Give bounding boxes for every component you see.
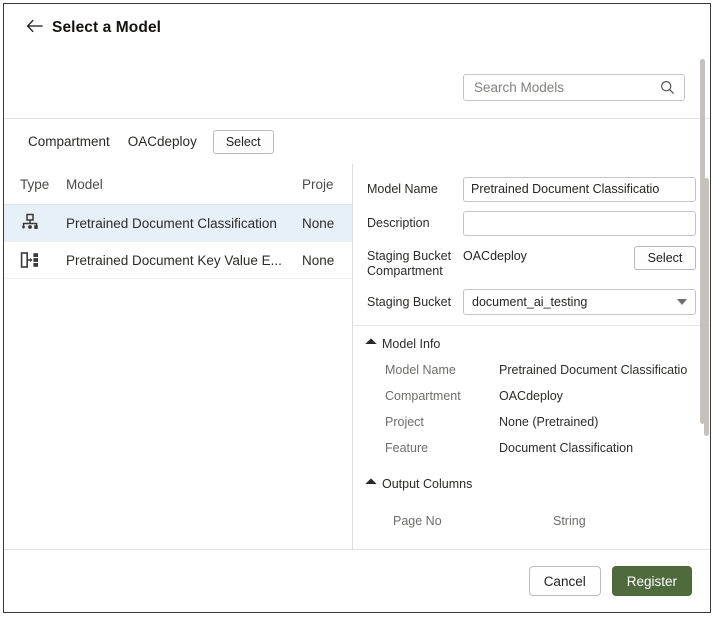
description-input[interactable] <box>463 211 696 236</box>
search-row <box>4 51 710 118</box>
chevron-down-icon <box>677 299 687 305</box>
hierarchy-glyph <box>20 213 40 233</box>
output-column-type: String <box>553 514 586 528</box>
staging-bucket-label: Staging Bucket <box>367 295 463 310</box>
hierarchy-icon <box>20 213 40 233</box>
staging-bucket-compartment-label-line1: Staging Bucket <box>367 249 463 264</box>
info-label: Feature <box>385 441 499 455</box>
model-info-section-header[interactable]: Model Info <box>353 326 711 357</box>
key-value-extraction-icon <box>20 250 40 270</box>
model-type-cell <box>20 250 66 270</box>
cancel-button[interactable]: Cancel <box>529 566 601 596</box>
model-info-row: Model Name Pretrained Document Classific… <box>353 357 711 383</box>
dialog-header: Select a Model <box>4 4 710 51</box>
model-name-cell: Pretrained Document Key Value E... <box>66 253 302 268</box>
model-info-section-title: Model Info <box>382 337 440 351</box>
staging-bucket-selected-value: document_ai_testing <box>472 295 587 309</box>
model-name-input[interactable] <box>463 177 696 202</box>
model-name-label: Model Name <box>367 182 463 197</box>
info-label: Project <box>385 415 499 429</box>
output-columns-section-header[interactable]: Output Columns <box>353 461 711 497</box>
model-project-cell: None <box>302 253 352 268</box>
model-type-cell <box>20 213 66 233</box>
model-info-row: Feature Document Classification <box>353 435 711 461</box>
search-glyph <box>660 80 675 95</box>
staging-bucket-select[interactable]: document_ai_testing <box>463 289 696 315</box>
dialog-scrollbar[interactable] <box>700 59 705 424</box>
model-project-cell: None <box>302 216 352 231</box>
staging-bucket-compartment-row: Staging Bucket Compartment OACdeploy Sel… <box>353 240 711 279</box>
info-label: Compartment <box>385 389 499 403</box>
table-row[interactable]: Pretrained Document Classification None <box>4 205 352 242</box>
search-input[interactable] <box>464 75 654 100</box>
table-row[interactable]: Pretrained Document Key Value E... None <box>4 242 352 279</box>
dialog-footer: Cancel Register <box>4 549 710 612</box>
staging-bucket-compartment-label: Staging Bucket Compartment <box>367 244 463 279</box>
triangle-expanded-icon <box>365 478 376 489</box>
staging-bucket-compartment-select-button[interactable]: Select <box>634 246 696 270</box>
select-model-dialog: Select a Model Compartment OACdeploy Sel… <box>3 3 711 613</box>
arrow-left-glyph <box>26 19 44 33</box>
output-column-row: Page No String <box>353 509 711 533</box>
staging-bucket-compartment-label-line2: Compartment <box>367 264 463 279</box>
info-value: Pretrained Document Classificatio <box>499 363 687 377</box>
output-columns-section-title: Output Columns <box>382 477 472 491</box>
table-header-row: Type Model Proje <box>4 164 352 205</box>
info-label: Model Name <box>385 363 499 377</box>
model-table: Type Model Proje Pretrained Document Cla… <box>4 164 352 549</box>
compartment-bar: Compartment OACdeploy Select <box>4 119 349 164</box>
column-header-type: Type <box>20 177 66 192</box>
staging-bucket-row: Staging Bucket document_ai_testing <box>353 285 711 319</box>
compartment-label: Compartment <box>28 134 110 149</box>
model-info-row: Project None (Pretrained) <box>353 409 711 435</box>
search-box[interactable] <box>463 74 685 101</box>
arrow-left-icon[interactable] <box>18 19 52 36</box>
page-title: Select a Model <box>52 19 161 37</box>
info-value: Document Classification <box>499 441 633 455</box>
model-name-cell: Pretrained Document Classification <box>66 216 302 231</box>
compartment-value: OACdeploy <box>128 134 197 149</box>
staging-bucket-compartment-value: OACdeploy <box>463 244 618 263</box>
model-detail-panel: Model Name Description Staging Bucket Co… <box>352 164 711 549</box>
compartment-select-button[interactable]: Select <box>213 130 274 154</box>
model-info-row: Compartment OACdeploy <box>353 383 711 409</box>
search-icon[interactable] <box>660 80 675 95</box>
column-header-model: Model <box>66 177 302 192</box>
info-value: None (Pretrained) <box>499 415 598 429</box>
column-header-project: Proje <box>302 177 352 192</box>
description-label: Description <box>367 216 463 231</box>
description-row: Description <box>353 206 711 240</box>
info-value: OACdeploy <box>499 389 563 403</box>
output-columns-table: Page No String <box>353 497 711 533</box>
triangle-expanded-icon <box>365 338 376 349</box>
key-value-extraction-glyph <box>20 250 40 270</box>
output-column-name: Page No <box>393 514 553 528</box>
model-name-row: Model Name <box>353 164 711 206</box>
register-button[interactable]: Register <box>612 566 692 596</box>
